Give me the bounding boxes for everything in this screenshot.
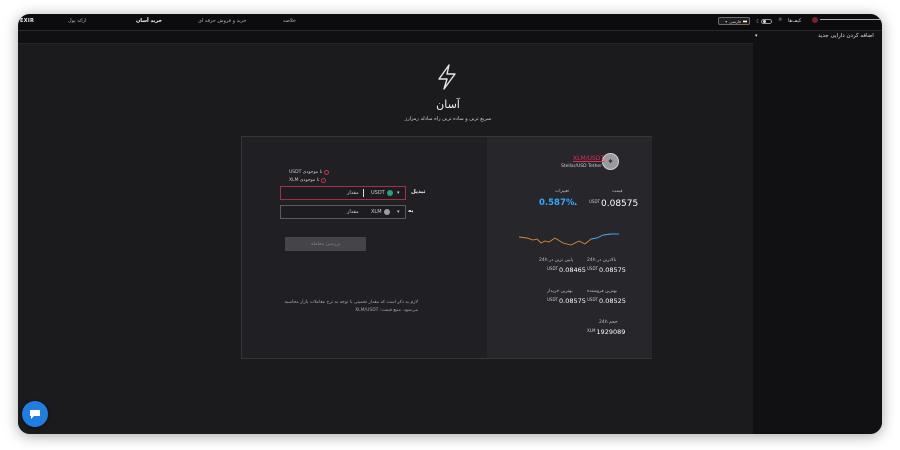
quick-trade-card: تا موجودی USDT تا موجودی XLM مقدار USDT … (241, 136, 652, 359)
nav-item-quick-trade[interactable]: خرید آسان (136, 18, 162, 24)
sub-toolbar (18, 31, 753, 44)
moon-icon: ☾ (756, 18, 761, 25)
price-note: لازم به ذکر است که مقدار تخمینی با توجه … (284, 300, 418, 313)
option-label: تا موجودی USDT (289, 170, 323, 175)
volume-value: XLM1929089 (587, 328, 626, 336)
balance-option-xlm[interactable]: تا موجودی XLM (289, 178, 327, 183)
language-select[interactable]: ▾ فارسی (718, 17, 750, 25)
app-window: EXIR ارائه پول خرید آسان خرید و فروش حرف… (18, 14, 882, 434)
text-cursor (363, 189, 364, 197)
coin-symbol: XLM (371, 209, 382, 215)
amount-input[interactable]: مقدار (347, 190, 359, 196)
from-coin-select[interactable]: USDT (371, 190, 393, 196)
option-label: تا موجودی XLM (289, 178, 320, 183)
radio-icon (321, 178, 327, 183)
toggle-knob (763, 20, 767, 23)
tether-icon (386, 190, 393, 196)
low-24h-label: پایین ترین در 24h (539, 258, 574, 263)
bell-icon[interactable]: ☼ (778, 17, 782, 23)
best-ask-label: بهترین فروشنده (587, 289, 617, 294)
to-amount-field[interactable]: مقدار XLM ▾ (280, 205, 406, 219)
coin-symbol: USDT (371, 190, 385, 196)
pair-link[interactable]: XLM/USDT (573, 155, 604, 162)
to-label: به (408, 208, 414, 214)
avatar[interactable] (812, 17, 818, 23)
stellar-icon: ✦ (602, 153, 619, 170)
amount-input[interactable]: مقدار (347, 209, 359, 215)
price-sparkline (519, 233, 619, 246)
theme-toggle[interactable]: ☾ (756, 18, 776, 25)
toggle-track (761, 19, 773, 24)
price-label: قیمت (612, 189, 623, 194)
page-title: آسان (436, 98, 460, 111)
language-label: فارسی (729, 18, 741, 24)
radio-icon (324, 170, 330, 175)
nav-item-summary[interactable]: خلاصه (283, 18, 296, 24)
pair-fullname: Stellar/USD Tether (561, 164, 603, 169)
change-label: تغییرات (555, 189, 570, 194)
nav-item-deposit[interactable]: ارائه پول (68, 18, 86, 24)
change-value: 0.587%▴ (539, 198, 577, 208)
chevron-down-icon[interactable]: ▾ (397, 209, 400, 215)
balance-option-usdt[interactable]: تا موجودی USDT (289, 170, 330, 175)
lightning-icon (438, 64, 456, 90)
best-bid-label: بهترین خریدار (547, 289, 573, 294)
page-subtitle: سریع ترین و ساده ترین راه مبادله رمزارز (404, 116, 492, 122)
wallets-link[interactable]: کیف‌ها (788, 18, 801, 24)
chevron-down-icon[interactable]: ▾ (755, 33, 758, 39)
convert-label: تبدیل (411, 189, 426, 195)
from-amount-field[interactable]: مقدار USDT ▾ (280, 186, 406, 200)
to-coin-select[interactable]: XLM (371, 209, 390, 215)
high-24h-value: USDT0.08575 (587, 266, 626, 274)
app-logo[interactable]: EXIR (20, 18, 34, 24)
add-asset-button[interactable]: اضافه کردن دارایی جدید (818, 33, 874, 39)
volume-label: حجم 24h (599, 320, 618, 325)
nav-item-pro-trade[interactable]: خرید و فروش حرفه ای (198, 18, 247, 24)
chevron-down-icon[interactable]: ▾ (397, 190, 400, 196)
low-24h-value: USDT0.08465 (547, 266, 586, 274)
trade-form: تا موجودی USDT تا موجودی XLM مقدار USDT … (242, 137, 487, 358)
best-bid-value: USDT0.08575 (547, 297, 586, 305)
market-info-panel: ✦ XLM/USDT Stellar/USD Tether قیمت تغییر… (487, 137, 652, 358)
chevron-down-icon: ▾ (725, 18, 728, 24)
price-value: USDT0.08575 (589, 199, 639, 209)
best-ask-value: USDT0.08525 (587, 297, 626, 305)
iran-flag-icon (743, 19, 747, 23)
right-sidebar (753, 31, 882, 434)
high-24h-label: بالاترین در 24h (587, 258, 617, 263)
top-navbar: EXIR ارائه پول خرید آسان خرید و فروش حرف… (18, 14, 882, 31)
stellar-icon (383, 209, 390, 215)
review-trade-button[interactable]: بررسی معامله (285, 237, 366, 251)
username-placeholder (820, 19, 880, 20)
chat-bubble-icon (30, 409, 40, 419)
chat-support-button[interactable] (22, 401, 48, 427)
